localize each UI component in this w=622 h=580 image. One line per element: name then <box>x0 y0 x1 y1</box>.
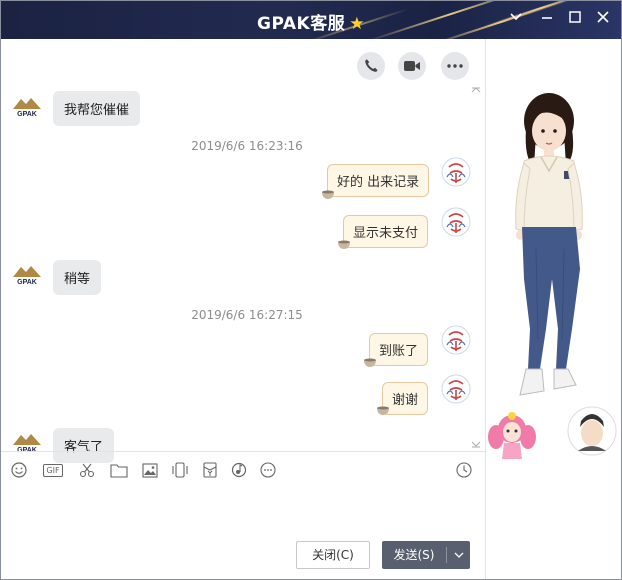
input-toolbar: GIF <box>1 453 485 485</box>
agent-avatar[interactable]: GPAK <box>11 95 43 119</box>
message-timestamp: 2019/6/6 16:23:16 <box>191 139 303 153</box>
message-bubble: 稍等 <box>53 260 102 295</box>
agent-avatar[interactable]: GPAK <box>11 263 43 287</box>
message-bubble: 好的 出来记录 <box>327 164 430 197</box>
close-button-chat[interactable]: 关闭(C) <box>296 541 370 569</box>
teacup-icon <box>321 185 337 199</box>
title-bar[interactable]: GPAK客服 ★ <box>1 1 621 39</box>
avatar-show-panel <box>485 39 621 579</box>
male-avatar-button[interactable] <box>567 406 617 456</box>
phone-icon[interactable] <box>357 52 385 80</box>
teacup-icon <box>337 235 353 249</box>
video-icon[interactable] <box>398 52 426 80</box>
chevron-down-icon[interactable] <box>507 10 525 28</box>
folder-icon[interactable] <box>110 461 128 479</box>
history-icon[interactable] <box>455 461 473 479</box>
star-icon: ★ <box>349 14 365 34</box>
message-bubble: 我帮您催催 <box>53 91 141 126</box>
teacup-icon <box>363 353 379 367</box>
more-icon[interactable] <box>441 52 469 80</box>
message-bubble: 显示未支付 <box>343 215 429 248</box>
user-avatar[interactable] <box>441 325 471 355</box>
emoji-icon[interactable] <box>10 461 28 479</box>
girl-avatar-show <box>488 93 617 459</box>
user-avatar[interactable] <box>441 374 471 404</box>
minimize-button[interactable] <box>538 10 556 28</box>
message-timestamp: 2019/6/6 16:27:15 <box>191 308 303 322</box>
chat-window: GPAK客服 ★ GPAK 我帮您催催 2019/6/6 16:23:16 好的… <box>0 0 622 580</box>
more-options-icon[interactable] <box>259 461 277 479</box>
send-button[interactable]: 发送(S) <box>382 541 470 569</box>
send-options-icon[interactable] <box>448 541 470 569</box>
user-avatar[interactable] <box>441 207 471 237</box>
window-title-text: GPAK客服 <box>257 14 346 34</box>
svg-text:GPAK: GPAK <box>17 111 37 118</box>
red-packet-icon[interactable] <box>201 461 219 479</box>
user-avatar[interactable] <box>441 157 471 187</box>
svg-text:GPAK: GPAK <box>17 279 37 286</box>
gif-icon[interactable]: GIF <box>41 461 65 479</box>
send-button-label: 发送(S) <box>393 548 435 562</box>
message-area[interactable]: GPAK 我帮您催催 2019/6/6 16:23:16 好的 出来记录 显示未… <box>1 39 485 463</box>
image-icon[interactable] <box>141 461 159 479</box>
maximize-button[interactable] <box>566 10 584 28</box>
scissors-icon[interactable] <box>78 461 96 479</box>
window-title: GPAK客服 ★ <box>1 9 621 34</box>
close-button[interactable] <box>594 10 612 28</box>
scroll-up-icon[interactable] <box>471 83 481 96</box>
music-icon[interactable] <box>230 461 248 479</box>
input-divider <box>1 451 485 452</box>
teacup-icon <box>376 401 392 415</box>
shake-icon[interactable] <box>171 461 189 479</box>
cartoon-pet <box>488 412 536 459</box>
